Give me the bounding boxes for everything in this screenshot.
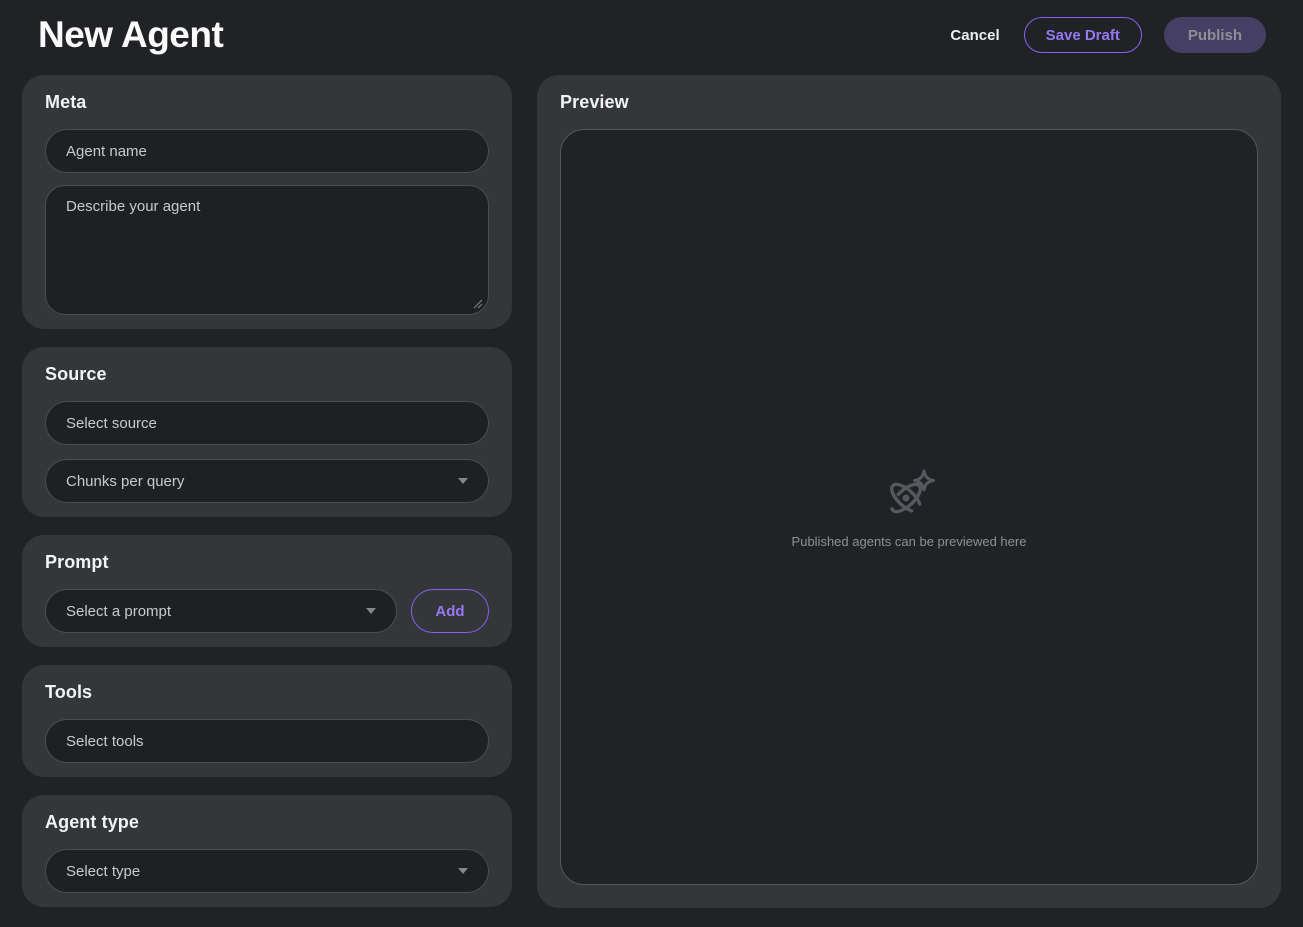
tools-section: Tools [22, 665, 512, 777]
page-header: New Agent Cancel Save Draft Publish [0, 0, 1303, 70]
page-title: New Agent [38, 14, 223, 56]
agent-type-select[interactable]: Select type [45, 849, 489, 893]
agent-type-value: Select type [66, 863, 140, 880]
agent-description-textarea[interactable] [45, 185, 489, 315]
meta-section: Meta [22, 75, 512, 329]
agent-type-section: Agent type Select type [22, 795, 512, 907]
chevron-down-icon [458, 478, 468, 484]
source-section-title: Source [45, 364, 489, 385]
meta-section-title: Meta [45, 92, 489, 113]
preview-section: Preview Published agents can be previewe… [537, 75, 1281, 908]
publish-button[interactable]: Publish [1164, 17, 1266, 53]
save-draft-button[interactable]: Save Draft [1024, 17, 1142, 53]
prompt-section-title: Prompt [45, 552, 489, 573]
preview-empty-state: Published agents can be previewed here [792, 465, 1027, 549]
source-select-input[interactable] [45, 401, 489, 445]
source-section: Source Chunks per query [22, 347, 512, 517]
cancel-button[interactable]: Cancel [948, 17, 1001, 53]
chevron-down-icon [366, 608, 376, 614]
tools-section-title: Tools [45, 682, 489, 703]
form-column: Meta Source Chunks per query Prompt [22, 75, 512, 908]
prompt-section: Prompt Select a prompt Add [22, 535, 512, 647]
prompt-select-value: Select a prompt [66, 603, 171, 620]
chunks-per-query-value: Chunks per query [66, 473, 184, 490]
agent-name-input[interactable] [45, 129, 489, 173]
add-prompt-button[interactable]: Add [411, 589, 489, 633]
preview-empty-message: Published agents can be previewed here [792, 534, 1027, 549]
tools-select-input[interactable] [45, 719, 489, 763]
preview-panel: Published agents can be previewed here [560, 129, 1258, 885]
resize-handle-icon[interactable] [472, 298, 483, 309]
agent-type-section-title: Agent type [45, 812, 489, 833]
prompt-select[interactable]: Select a prompt [45, 589, 397, 633]
header-actions: Cancel Save Draft Publish [948, 17, 1266, 53]
main-content: Meta Source Chunks per query Prompt [0, 70, 1303, 908]
chevron-down-icon [458, 868, 468, 874]
preview-section-title: Preview [560, 92, 1258, 113]
prompt-row: Select a prompt Add [45, 589, 489, 633]
agent-sparkle-icon [882, 465, 936, 521]
agent-description-wrap [45, 185, 489, 315]
chunks-per-query-select[interactable]: Chunks per query [45, 459, 489, 503]
